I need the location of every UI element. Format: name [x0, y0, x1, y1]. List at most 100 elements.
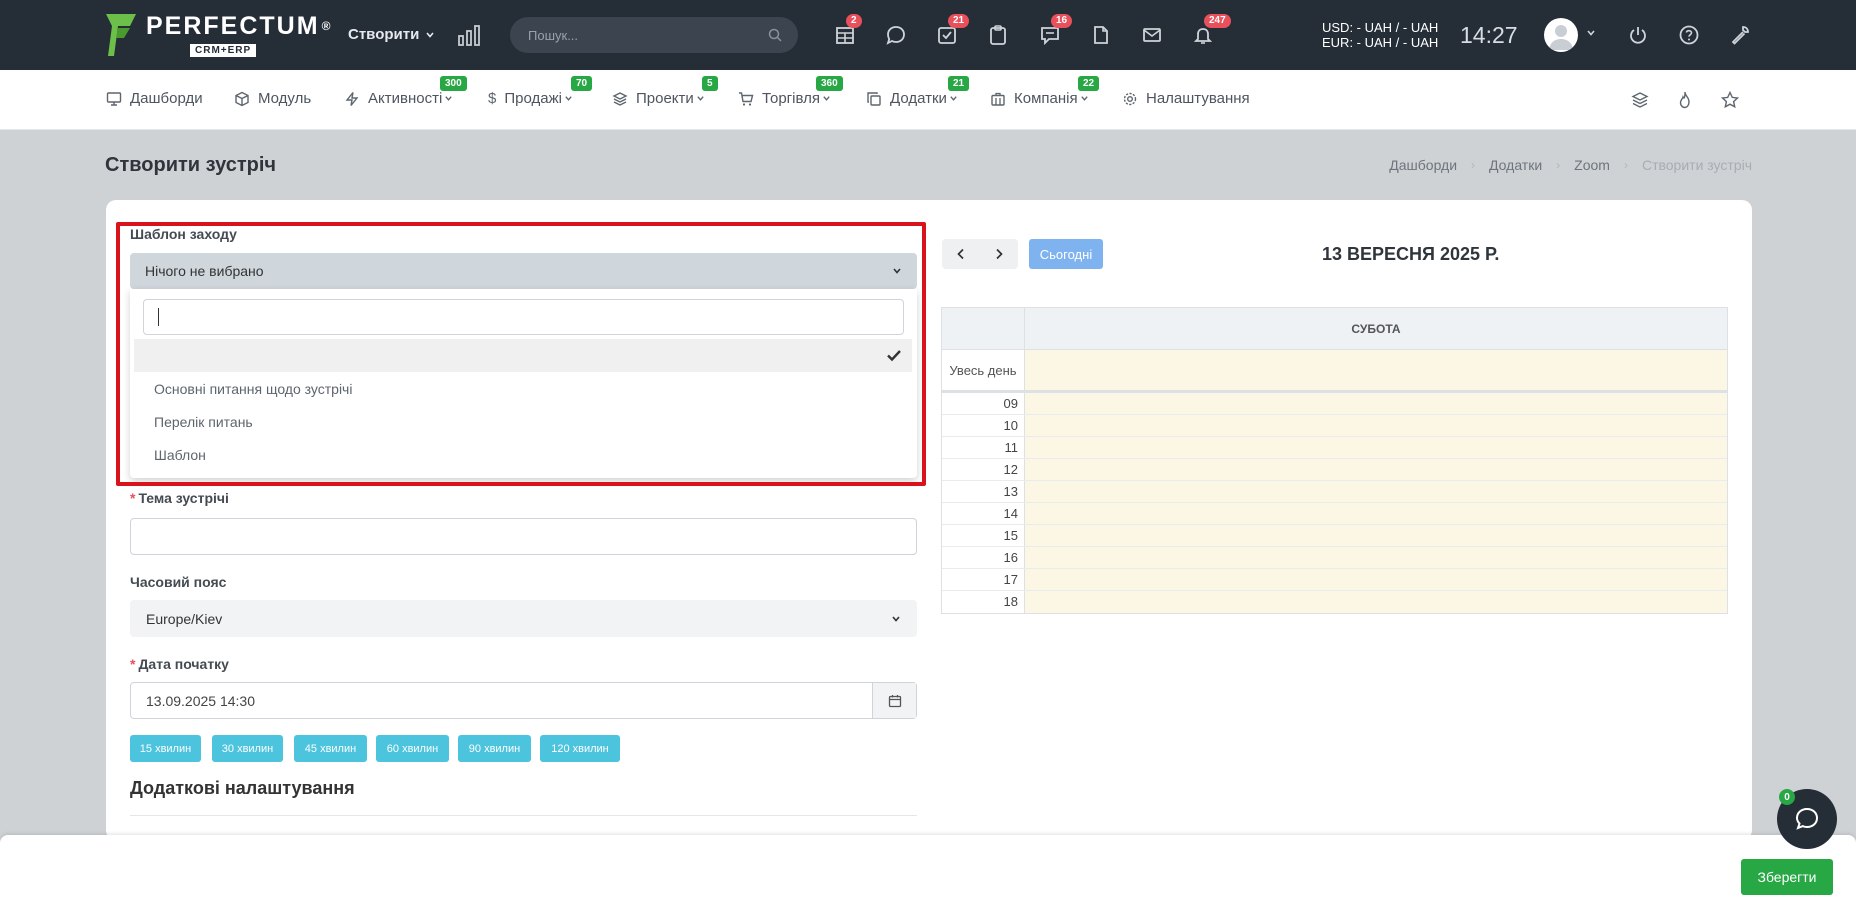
timezone-value: Europe/Kiev [146, 610, 223, 627]
menu-badge: 360 [816, 76, 843, 91]
hour-slot[interactable] [1025, 459, 1727, 480]
hour-slot[interactable] [1025, 591, 1727, 613]
menu-item-company[interactable]: Компанія 22 [990, 76, 1100, 107]
page-title: Створити зустріч [105, 154, 277, 176]
hour-row: 11 [942, 437, 1727, 459]
fire-icon[interactable] [1675, 90, 1695, 110]
menu-item-module[interactable]: Модуль [234, 90, 311, 107]
menu-item-activities[interactable]: Активності 300 [344, 76, 467, 107]
all-day-slot[interactable] [1025, 350, 1727, 390]
mail-icon[interactable] [1139, 22, 1165, 48]
duration-45-button[interactable]: 45 хвилин [294, 735, 367, 762]
hour-slot[interactable] [1025, 569, 1727, 590]
help-icon[interactable] [1676, 22, 1702, 48]
bar-chart-icon[interactable] [456, 22, 482, 48]
timezone-select[interactable]: Europe/Kiev [130, 600, 917, 637]
avatar[interactable] [1544, 18, 1578, 52]
copy-icon [867, 91, 881, 106]
chevron-right-icon: › [1623, 158, 1628, 172]
duration-30-button[interactable]: 30 хвилин [212, 735, 283, 762]
breadcrumb-addons[interactable]: Додатки [1489, 157, 1542, 173]
menu-item-label: Продажі [504, 90, 562, 107]
hour-slot[interactable] [1025, 393, 1727, 414]
hour-row: 14 [942, 503, 1727, 525]
next-day-button[interactable] [980, 239, 1018, 269]
save-button[interactable]: Зберегти [1741, 859, 1833, 895]
topic-label: * Тема зустрічі [130, 490, 229, 506]
breadcrumb-current: Створити зустріч [1641, 157, 1752, 173]
calendar-day-view: СУБОТА Увесь день 09 10 11 12 13 14 15 16 17 18 [941, 307, 1728, 614]
bell-icon[interactable]: 247 [1190, 14, 1231, 48]
hour-row: 13 [942, 481, 1727, 503]
menu-item-dashboards[interactable]: Дашборди [106, 90, 203, 107]
task-check-icon[interactable]: 21 [934, 14, 970, 48]
chevron-right-icon: › [1471, 158, 1476, 172]
clipboard-icon[interactable] [985, 22, 1011, 48]
start-date-field[interactable]: 13.09.2025 14:30 [130, 682, 917, 719]
chevron-down-icon [823, 96, 830, 101]
calendar-grid-icon[interactable]: 2 [832, 14, 862, 48]
hour-label: 11 [942, 437, 1025, 458]
start-date-value[interactable]: 13.09.2025 14:30 [131, 683, 872, 718]
comments-icon[interactable]: 16 [1037, 14, 1073, 48]
notification-badge: 247 [1204, 14, 1231, 28]
search-icon[interactable] [768, 28, 782, 42]
menu-item-trade[interactable]: Торгівля 360 [738, 76, 843, 107]
menu-item-label: Налаштування [1146, 90, 1250, 107]
hour-slot[interactable] [1025, 503, 1727, 524]
duration-15-button[interactable]: 15 хвилин [130, 735, 201, 762]
chevron-down-icon [892, 615, 900, 622]
today-button[interactable]: Сьогодні [1029, 239, 1103, 269]
layers-icon [612, 91, 628, 106]
calendar-picker-button[interactable] [872, 683, 916, 718]
chevron-down-icon[interactable] [1586, 28, 1596, 38]
menu-item-addons[interactable]: Додатки 21 [866, 76, 970, 107]
logo[interactable]: PERFECTUM ® CRM+ERP [104, 12, 332, 60]
calendar-title: 13 ВЕРЕСНЯ 2025 Р. [1322, 244, 1500, 264]
notification-badge: 2 [846, 14, 862, 28]
prev-day-button[interactable] [942, 239, 980, 269]
hour-slot[interactable] [1025, 437, 1727, 458]
hour-rows: 09 10 11 12 13 14 15 16 17 18 [942, 393, 1727, 613]
chat-icon[interactable] [883, 22, 909, 48]
menu-item-sales[interactable]: $ Продажі 70 [488, 76, 593, 107]
cart-icon [739, 91, 754, 106]
hour-slot[interactable] [1025, 415, 1727, 436]
chevron-right-icon [996, 248, 1003, 260]
duration-90-button[interactable]: 90 хвилин [458, 735, 531, 762]
chevron-down-icon [1080, 96, 1088, 101]
menu-item-projects[interactable]: Проекти 5 [612, 76, 718, 107]
duration-120-button[interactable]: 120 хвилин [540, 735, 620, 762]
power-icon[interactable] [1625, 22, 1651, 48]
hour-row: 12 [942, 459, 1727, 481]
user-icon [1549, 25, 1573, 50]
chevron-down-icon [697, 96, 704, 101]
highlight-frame [116, 222, 926, 486]
eur-rate: EUR: - UAH / - UAH [1322, 35, 1439, 50]
topic-input[interactable] [130, 518, 917, 555]
footer-bar [0, 835, 1856, 917]
duration-60-button[interactable]: 60 хвилин [376, 735, 449, 762]
create-menu-button[interactable]: Створити [348, 26, 435, 43]
hour-slot[interactable] [1025, 481, 1727, 502]
chevron-down-icon [426, 31, 434, 38]
logo-mark-icon [106, 14, 136, 56]
global-search[interactable] [510, 17, 798, 53]
hour-slot[interactable] [1025, 547, 1727, 568]
search-input[interactable] [528, 27, 768, 43]
extra-settings-title: Додаткові налаштування [130, 778, 355, 798]
breadcrumb-zoom[interactable]: Zoom [1574, 157, 1610, 173]
hour-slot[interactable] [1025, 525, 1727, 546]
menu-item-settings[interactable]: Налаштування [1122, 90, 1250, 107]
menu-badge: 70 [571, 76, 593, 91]
document-icon[interactable] [1088, 22, 1114, 48]
calendar-header: СУБОТА [942, 308, 1727, 350]
wrench-icon[interactable] [1727, 22, 1753, 48]
star-icon[interactable] [1720, 90, 1740, 110]
menu-badge: 300 [440, 76, 467, 91]
logo-name: PERFECTUM [146, 12, 320, 40]
cube-icon [235, 91, 249, 106]
chat-badge: 0 [1779, 789, 1795, 805]
breadcrumb-dashboards[interactable]: Дашборди [1389, 157, 1457, 173]
layers-icon[interactable] [1630, 90, 1650, 110]
